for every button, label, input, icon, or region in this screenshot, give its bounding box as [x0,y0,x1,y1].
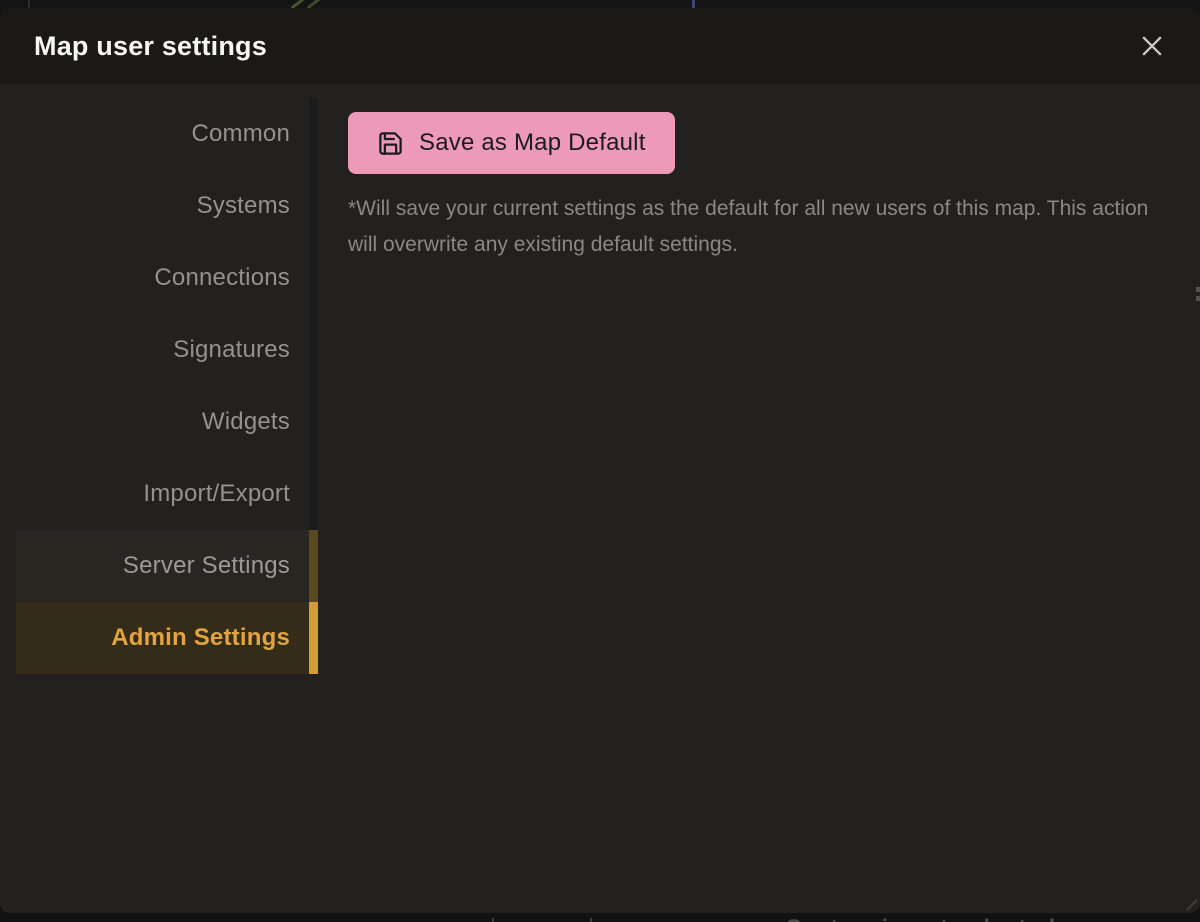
background-map-connection-line [291,0,305,8]
sidebar-item-server-settings[interactable]: Server Settings [16,530,318,602]
sidebar-item-admin-settings[interactable]: Admin Settings [16,602,318,674]
screen: Map user settings Common Systems [0,0,1200,922]
resize-grip[interactable] [1185,898,1197,910]
background-status-text: System is not selected [786,915,1056,922]
active-indicator-bar [309,314,318,386]
background-app-strip-bottom: System is not selected [0,913,1200,922]
active-indicator-bar [309,242,318,314]
floppy-disk-icon [377,130,404,157]
background-edge-artifact [1196,287,1200,303]
sidebar-item-connections[interactable]: Connections [16,242,318,314]
active-indicator-bar [309,170,318,242]
background-divider-line [692,0,695,8]
save-default-note: *Will save your current settings as the … [348,191,1158,263]
sidebar-item-signatures[interactable]: Signatures [16,314,318,386]
background-divider-line [492,918,494,922]
sidebar-item-label: Widgets [202,408,290,436]
modal-header: Map user settings [0,8,1200,84]
sidebar-item-widgets[interactable]: Widgets [16,386,318,458]
sidebar-item-systems[interactable]: Systems [16,170,318,242]
sidebar-item-import-export[interactable]: Import/Export [16,458,318,530]
settings-sidebar: Common Systems Connections Signatures Wi… [16,98,318,674]
sidebar-item-label: Admin Settings [111,624,290,652]
sidebar-item-label: Import/Export [143,480,290,508]
admin-settings-panel: Save as Map Default *Will save your curr… [348,112,1160,263]
sidebar-item-label: Common [191,120,290,148]
active-indicator-bar [309,530,318,602]
active-indicator-bar [309,386,318,458]
background-divider-line [28,0,30,8]
background-map-connection-line [307,0,321,8]
sidebar-item-label: Systems [197,192,290,220]
modal-title: Map user settings [34,31,267,62]
modal-body: Common Systems Connections Signatures Wi… [0,84,1200,913]
sidebar-item-label: Signatures [173,336,290,364]
sidebar-item-label: Server Settings [123,552,290,580]
save-as-map-default-button[interactable]: Save as Map Default [348,112,675,174]
active-indicator-bar [309,602,318,674]
sidebar-item-common[interactable]: Common [16,98,318,170]
save-button-label: Save as Map Default [419,129,646,157]
active-indicator-bar [309,98,318,170]
background-divider-line [590,918,592,922]
map-user-settings-modal: Map user settings Common Systems [0,8,1200,913]
sidebar-item-label: Connections [154,264,290,292]
active-indicator-bar [309,458,318,530]
close-button[interactable] [1130,24,1174,68]
close-icon [1138,32,1166,60]
background-app-strip-top [0,0,1200,8]
